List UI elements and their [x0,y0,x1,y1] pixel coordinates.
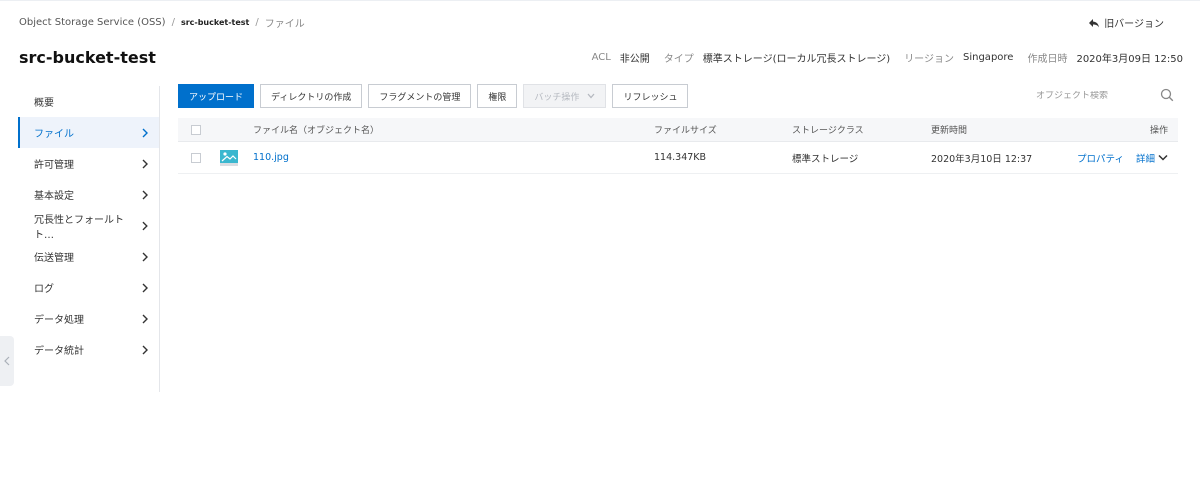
header-operations: 操作 [1149,126,1168,136]
chevron-right-icon [142,221,149,230]
sidebar-item-label: 基本設定 [34,191,74,202]
manage-fragments-button[interactable]: フラグメントの管理 [368,84,472,108]
breadcrumb-root[interactable]: Object Storage Service (OSS) [19,17,166,28]
batch-operation-button[interactable]: バッチ操作 [523,84,607,108]
header-file-name: ファイル名（オブジェクト名） [253,126,380,136]
sidebar-item-label: データ処理 [34,315,84,326]
region-value: Singapore [963,52,1014,63]
toolbar: アップロード ディレクトリの作成 フラグメントの管理 権限 バッチ操作 リフレッ… [178,84,694,108]
row-checkbox[interactable] [191,152,201,163]
sidebar-item-label: 概要 [34,98,54,109]
properties-link[interactable]: プロパティ [1077,151,1124,165]
create-directory-button[interactable]: ディレクトリの作成 [260,84,363,108]
type-label: タイプ [663,54,694,65]
chevron-right-icon [142,252,148,261]
sidebar-item-permissions[interactable]: 許可管理 [18,148,159,179]
table-header: ファイル名（オブジェクト名） ファイルサイズ ストレージクラス 更新時間 操作 [178,118,1178,142]
sidebar-item-basic-settings[interactable]: 基本設定 [18,179,159,210]
chevron-right-icon [142,314,148,323]
storage-class: 標準ストレージ [792,153,859,165]
sidebar-item-data-statistics[interactable]: データ統計 [18,334,159,365]
file-size: 114.347KB [654,152,707,163]
search-icon[interactable] [1160,88,1174,102]
top-border [0,0,1200,4]
breadcrumb-bucket[interactable]: src-bucket-test [181,18,249,27]
search-input[interactable] [1036,91,1146,101]
breadcrumb-current: ファイル [264,19,305,30]
chevron-right-icon [142,128,148,137]
sidebar-item-label: ログ [34,284,54,295]
table-row: 110.jpg 114.347KB 標準ストレージ 2020年3月10日 12:… [178,142,1178,174]
sidebar-item-redundancy[interactable]: 冗長性とフォールトト… [18,210,159,241]
sidebar-item-label: 冗長性とフォールトト… [34,214,124,241]
back-arrow-icon [1089,18,1100,27]
sidebar-item-label: ファイル [34,129,74,140]
page-title: src-bucket-test [19,48,156,67]
sidebar-item-label: 伝送管理 [34,253,74,264]
batch-operation-label: バッチ操作 [534,92,580,103]
file-name-link[interactable]: 110.jpg [253,152,289,163]
file-table: ファイル名（オブジェクト名） ファイルサイズ ストレージクラス 更新時間 操作 … [178,118,1178,174]
chevron-left-icon [4,356,10,366]
refresh-button[interactable]: リフレッシュ [612,84,689,108]
sidebar-item-label: 許可管理 [34,160,74,171]
image-file-icon [220,150,238,166]
breadcrumb: Object Storage Service (OSS) / src-bucke… [19,15,305,30]
old-version-link[interactable]: 旧バージョン [1088,15,1164,30]
chevron-down-icon [587,93,595,99]
sidebar-item-data-processing[interactable]: データ処理 [18,303,159,334]
details-link[interactable]: 詳細 [1136,151,1155,165]
bucket-meta: ACL 非公開 タイプ 標準ストレージ(ローカル冗長ストレージ) リージョン S… [592,50,1183,65]
sidebar: 概要 ファイル 許可管理 基本設定 冗長性とフォールトト… 伝送管理 ログ デー… [18,86,160,392]
permission-button[interactable]: 権限 [477,84,518,108]
chevron-right-icon [142,283,148,292]
select-all-checkbox[interactable] [191,124,201,135]
type-value: 標準ストレージ(ローカル冗長ストレージ) [702,54,891,65]
upload-button[interactable]: アップロード [178,84,255,108]
sidebar-item-logs[interactable]: ログ [18,272,159,303]
created-value: 2020年3月09日 12:50 [1076,54,1183,65]
sidebar-item-transfer[interactable]: 伝送管理 [18,241,159,272]
acl-label: ACL [591,52,611,63]
row-operations: プロパティ 詳細 [1065,151,1168,165]
sidebar-item-overview[interactable]: 概要 [18,86,159,117]
breadcrumb-separator: / [255,17,259,28]
breadcrumb-separator: / [171,17,175,28]
sidebar-item-label: データ統計 [34,346,84,357]
updated-time: 2020年3月10日 12:37 [931,153,1033,165]
acl-value: 非公開 [619,54,650,65]
old-version-label: 旧バージョン [1104,19,1164,30]
collapse-sidebar-handle[interactable] [0,336,14,386]
chevron-down-icon[interactable] [1158,154,1168,162]
region-label: リージョン [904,54,954,65]
header-storage-class: ストレージクラス [792,126,864,136]
chevron-right-icon [142,190,148,199]
search-box [1036,86,1178,106]
chevron-right-icon [142,159,148,168]
sidebar-item-files[interactable]: ファイル [18,117,159,148]
created-label: 作成日時 [1027,54,1068,65]
header-file-size: ファイルサイズ [654,126,717,136]
header-updated-time: 更新時間 [931,126,968,136]
chevron-right-icon [142,345,148,354]
